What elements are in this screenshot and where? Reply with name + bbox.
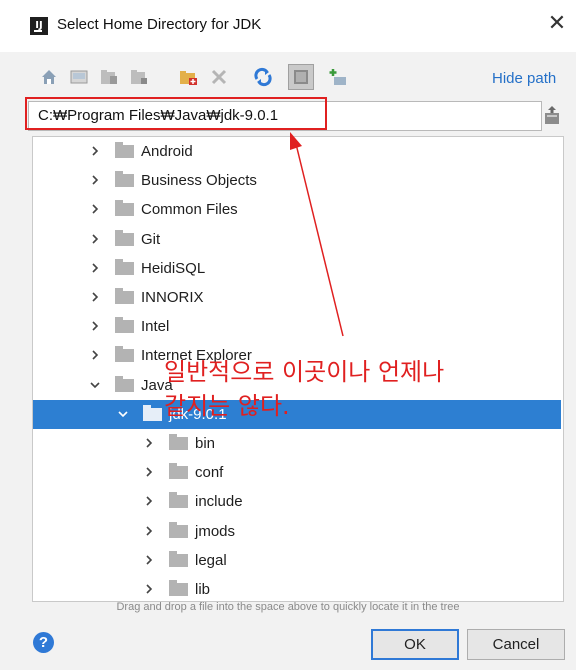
tree-item[interactable]: conf: [33, 458, 561, 487]
dialog-window: IJ Select Home Directory for JDK ✕ Hide …: [0, 0, 576, 670]
tree-item[interactable]: Common Files: [33, 195, 561, 224]
tree-item-label: INNORIX: [141, 289, 204, 306]
tree-item-label: Android: [141, 143, 193, 160]
folder-icon: [169, 463, 188, 480]
tree-item-label: HeidiSQL: [141, 259, 206, 277]
ok-button[interactable]: OK: [371, 629, 459, 660]
tree-item[interactable]: Business Objects: [33, 166, 561, 195]
tree-item-label: jmods: [195, 522, 236, 540]
drag-drop-hint: Drag and drop a file into the space abov…: [116, 601, 460, 613]
folder-icon: [115, 142, 134, 158]
annotation-text: 일반적으로 이곳이나 언제나 같지는 않다.: [164, 355, 444, 423]
chevron-right-icon[interactable]: [143, 553, 155, 565]
folder-icon: [115, 288, 134, 304]
path-highlight-box: [25, 97, 327, 130]
hide-path-link[interactable]: Hide path: [492, 70, 556, 87]
cancel-button[interactable]: Cancel: [467, 629, 565, 660]
tree-item[interactable]: bin: [33, 429, 561, 458]
close-button[interactable]: ✕: [545, 12, 569, 36]
tree-item[interactable]: Git: [33, 225, 561, 254]
tree-item-label: conf: [195, 464, 224, 482]
folder-icon: [115, 317, 134, 334]
chevron-right-icon[interactable]: [89, 319, 101, 331]
chevron-right-icon[interactable]: [89, 173, 101, 185]
tree-item-label: include: [195, 493, 243, 511]
chevron-right-icon[interactable]: [89, 144, 101, 156]
dialog-title: Select Home Directory for JDK: [57, 16, 262, 33]
folder-icon: [169, 580, 188, 596]
tree-item-label: bin: [195, 435, 216, 452]
annotation-line-2: 같지는 않다.: [164, 392, 290, 420]
chevron-right-icon[interactable]: [143, 582, 155, 594]
browse-path-icon[interactable]: [543, 104, 561, 126]
chevron-right-icon[interactable]: [89, 202, 101, 214]
project-icon[interactable]: [98, 66, 120, 88]
chevron-right-icon[interactable]: [89, 348, 101, 360]
folder-icon: [115, 346, 134, 363]
delete-icon[interactable]: [208, 66, 230, 88]
folder-icon: [169, 550, 188, 567]
tree-item-label: legal: [195, 551, 227, 569]
annotation-line-1: 일반적으로 이곳이나 언제나: [164, 358, 445, 386]
chevron-right-icon[interactable]: [143, 465, 155, 477]
tree-item[interactable]: Intel: [33, 312, 561, 341]
tree-item-label: Common Files: [141, 201, 238, 219]
help-button[interactable]: ?: [33, 632, 54, 653]
tree-item[interactable]: include: [33, 487, 561, 516]
folder-icon: [115, 375, 134, 392]
folder-icon: [115, 171, 134, 188]
folder-icon: [143, 404, 162, 421]
folder-icon: [115, 229, 134, 246]
intellij-app-icon: IJ: [30, 17, 48, 35]
chevron-right-icon[interactable]: [143, 524, 155, 536]
chevron-right-icon[interactable]: [89, 290, 101, 302]
folder-icon: [169, 521, 188, 538]
tree-item[interactable]: legal: [33, 546, 561, 575]
tree-item[interactable]: HeidiSQL: [33, 254, 561, 283]
tree-item[interactable]: jmods: [33, 517, 561, 546]
title-bar: IJ Select Home Directory for JDK ✕: [0, 0, 576, 52]
expand-icon[interactable]: [326, 66, 348, 88]
folder-icon: [169, 492, 188, 509]
module-icon[interactable]: [128, 66, 150, 88]
folder-icon: [115, 258, 134, 275]
tree-item[interactable]: lib: [33, 575, 561, 601]
folder-icon: [169, 434, 188, 450]
folder-icon: [115, 200, 134, 217]
refresh-icon[interactable]: [252, 66, 274, 88]
tree-item-label: Intel: [141, 318, 170, 336]
chevron-right-icon[interactable]: [143, 494, 155, 506]
chevron-down-icon[interactable]: [89, 378, 101, 390]
tree-item-label: Git: [141, 230, 161, 248]
show-hidden-icon[interactable]: [288, 64, 314, 90]
new-folder-icon[interactable]: [178, 66, 200, 88]
tree-item[interactable]: Android: [33, 137, 561, 166]
tree-item[interactable]: INNORIX: [33, 283, 561, 312]
tree-item-label: lib: [195, 581, 211, 598]
tree-item-label: Business Objects: [141, 172, 257, 190]
chevron-down-icon[interactable]: [117, 407, 129, 419]
home-icon[interactable]: [38, 66, 60, 88]
chevron-right-icon[interactable]: [89, 261, 101, 273]
chevron-right-icon[interactable]: [89, 232, 101, 244]
desktop-icon[interactable]: [68, 66, 90, 88]
chevron-right-icon[interactable]: [143, 436, 155, 448]
